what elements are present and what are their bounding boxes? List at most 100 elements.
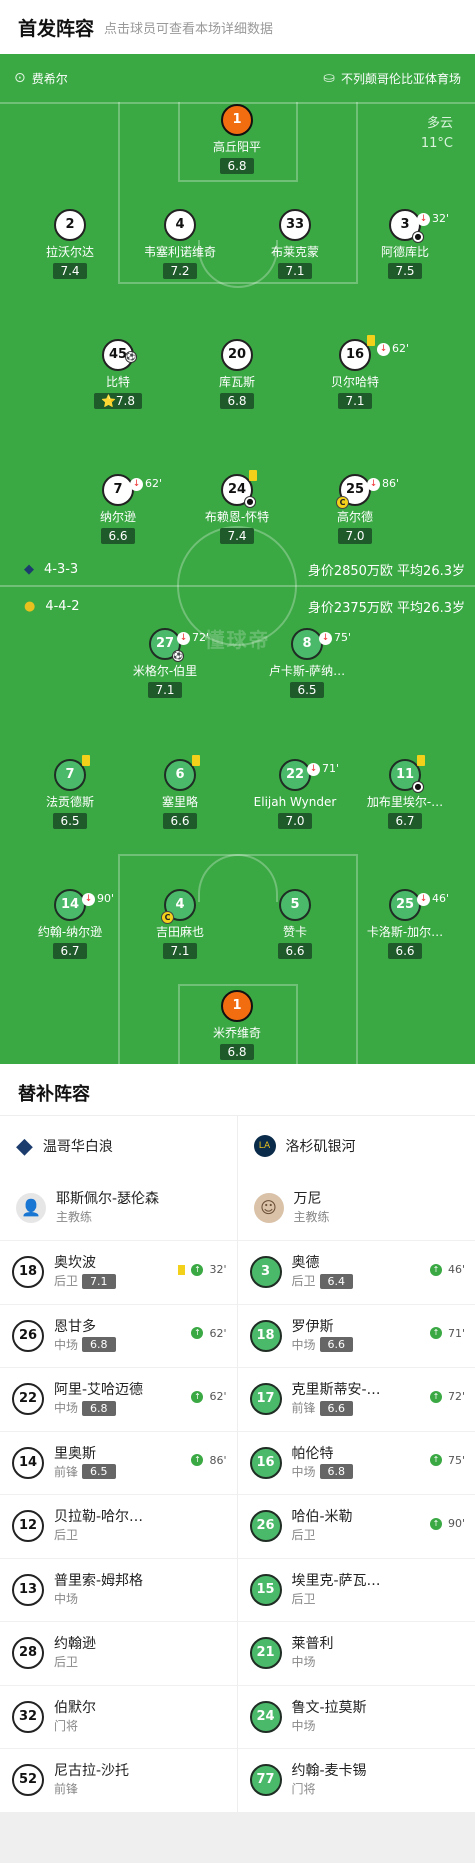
home-player[interactable]: 16 ↓ 62' 贝尔哈特 7.1: [295, 335, 415, 419]
shirt-number: 17: [249, 1383, 282, 1416]
away-subs-column: LA 洛杉矶银河 ☺ 万尼 主教练 3 奥德 后卫 6.4 ↑ 46' 18 罗伊斯 中场 6.6 ↑ 71…: [237, 1116, 475, 1812]
away-player[interactable]: 7 法贡德斯 6.5: [10, 755, 130, 839]
away-player[interactable]: 6 塞里略 6.6: [120, 755, 240, 839]
sub-player-row[interactable]: 18 奥坎波 后卫 7.1 ↑ 32': [0, 1240, 237, 1304]
sub-in-time: ↑ 71': [429, 1327, 465, 1340]
sub-player-position: 门将: [54, 1718, 79, 1733]
home-team-line: ◆ 4-3-3 身价2850万欧 平均26.3岁: [0, 554, 475, 584]
sub-in-icon: ↑: [429, 1390, 442, 1403]
sub-player-row[interactable]: 77 约翰-麦卡锡 门将: [237, 1748, 475, 1812]
shirt-number: 18: [12, 1256, 44, 1289]
away-player[interactable]: 27 ↓ 72' ⚽ 米格尔-伯里 7.1: [105, 628, 225, 708]
sub-player-rating: 6.8: [82, 1400, 116, 1416]
away-player[interactable]: 11 ● 加布里埃尔-… 6.7: [345, 755, 465, 839]
sub-out-icon: ↓ 71': [307, 755, 339, 783]
sub-player-row[interactable]: 24 鲁文-拉莫斯 中场: [237, 1684, 475, 1749]
shirt-number: 32: [12, 1700, 44, 1733]
sub-out-icon: ↓ 90': [82, 885, 114, 913]
sub-player-name: 罗伊斯: [291, 1318, 334, 1335]
sub-player-position: 后卫: [54, 1528, 79, 1543]
away-player[interactable]: 14 ↓ 90' 约翰-纳尔逊 6.7: [10, 889, 130, 969]
temperature: 11°C: [420, 136, 453, 151]
coach-avatar-icon: 👤: [16, 1193, 46, 1223]
sub-player-name: 约翰-麦卡锡: [291, 1763, 367, 1780]
shirt-number: 12: [12, 1510, 44, 1543]
home-player[interactable]: 7 ↓ 62' 纳尔逊 6.6: [58, 474, 178, 554]
pitch: ⊙ 费希尔 ⛀ 不列颠哥伦比亚体育场 多云 11°C 懂球帝 ◆ 4-3-3 身价28…: [0, 54, 475, 1064]
home-player[interactable]: 45 ⚽ 比特 ⭐7.8: [58, 339, 178, 419]
sub-player-position: 中场: [291, 1337, 316, 1352]
home-player[interactable]: 25 ↓ 86' C 高尔德 7.0: [295, 474, 415, 554]
sub-player-row[interactable]: 32 伯默尔门将: [0, 1684, 237, 1749]
home-coach[interactable]: 👤 耶斯佩尔-瑟伦森 主教练: [0, 1176, 237, 1240]
home-team-header[interactable]: ◆ 温哥华白浪: [0, 1116, 237, 1176]
shirt-number: 15: [249, 1573, 282, 1606]
stadium-icon: ⛀: [323, 70, 335, 86]
sub-player-name: 伯默尔: [54, 1699, 96, 1716]
sub-out-icon: ↓ 86': [367, 470, 399, 498]
shirt-number: 3: [249, 1256, 282, 1289]
venue: 不列颠哥伦比亚体育场: [340, 71, 461, 86]
shirt-number: 22: [12, 1383, 44, 1416]
match-info-row: ⊙ 费希尔 ⛀ 不列颠哥伦比亚体育场: [0, 62, 475, 94]
sub-player-rating: 6.4: [319, 1273, 354, 1289]
sub-in-time: ↑ 75': [429, 1454, 465, 1467]
away-player[interactable]: 8 ↓ 75' 卢卡斯-萨纳… 6.5: [247, 628, 367, 708]
home-player[interactable]: 3 ↓ 32' ● 阿德库比 7.5: [345, 209, 465, 289]
sub-player-row[interactable]: 3 奥德 后卫 6.4 ↑ 46': [237, 1240, 475, 1304]
sub-player-row[interactable]: 14 里奥斯 前锋 6.5 ↑ 86': [0, 1430, 237, 1495]
sub-player-row[interactable]: 26 哈伯-米勒 后卫 ↑ 90': [237, 1494, 475, 1558]
sub-player-row[interactable]: 28 约翰逊 后卫: [0, 1621, 237, 1685]
home-player[interactable]: 24 ● 布赖恩-怀特 7.4: [177, 470, 297, 554]
sub-player-row[interactable]: 17 克里斯蒂安-… 前锋 6.6 ↑ 72': [237, 1367, 475, 1431]
sub-in-time: ↑ 32': [178, 1263, 227, 1276]
captain-icon: C: [161, 911, 174, 924]
away-player[interactable]: 4 C 吉田麻也 7.1: [120, 889, 240, 969]
sub-player-position: 后卫: [54, 1274, 79, 1289]
sub-player-position: 中场: [291, 1655, 316, 1670]
shirt-number: 52: [12, 1764, 44, 1797]
home-crest-icon: ◆: [24, 561, 34, 577]
coach-avatar-icon: ☺: [253, 1193, 284, 1223]
sub-player-row[interactable]: 16 帕伦特 中场 6.8 ↑ 75': [237, 1430, 475, 1495]
sub-player-row[interactable]: 21 莱普利 中场: [237, 1621, 475, 1685]
sub-player-name: 奥德: [291, 1255, 320, 1272]
home-player[interactable]: 33 布莱克蒙 7.1: [235, 209, 355, 289]
sub-player-rating: 6.5: [82, 1464, 116, 1480]
away-player[interactable]: 25 ↓ 46' 卡洛斯-加尔… 6.6: [345, 889, 465, 969]
sub-player-position: 中场: [291, 1718, 316, 1733]
yellow-card-icon: [417, 755, 425, 766]
sub-out-icon: ↓ 62': [130, 470, 162, 498]
home-player[interactable]: 4 韦塞利诺维奇 7.2: [120, 209, 240, 289]
sub-out-icon: ↓ 46': [417, 885, 449, 913]
away-player[interactable]: 1 米乔维奇 6.8: [177, 990, 297, 1064]
subs-section: ◆ 温哥华白浪 👤 耶斯佩尔-瑟伦森 主教练 18 奥坎波 后卫 7.1 ↑ 32' 26 恩甘多中…: [0, 1116, 475, 1812]
sub-player-name: 鲁文-拉莫斯: [291, 1699, 367, 1716]
sub-player-row[interactable]: 12 贝拉勒-哈尔… 后卫: [0, 1494, 237, 1558]
sub-player-position: 中场: [54, 1401, 79, 1416]
sub-player-row[interactable]: 15 埃里克-萨瓦… 后卫: [237, 1557, 475, 1622]
sub-player-row[interactable]: 13 普里索-姆邦格 中场: [0, 1557, 237, 1622]
sub-player-row[interactable]: 26 恩甘多 中场 6.8 ↑ 62': [0, 1303, 237, 1368]
away-team-header[interactable]: LA 洛杉矶银河: [238, 1116, 475, 1176]
sub-player-row[interactable]: 52 尼古拉-沙托 前锋: [0, 1748, 237, 1812]
shirt-number: 16: [249, 1446, 282, 1479]
away-coach[interactable]: ☺ 万尼 主教练: [238, 1176, 475, 1240]
sub-player-rating: 6.6: [319, 1337, 354, 1353]
home-player[interactable]: 1 高丘阳平 6.8: [177, 104, 297, 184]
away-player[interactable]: 5 赞卡 6.6: [235, 889, 355, 969]
home-player[interactable]: 20 库瓦斯 6.8: [177, 339, 297, 419]
lineup-header: 首发阵容 点击球员可查看本场详细数据: [0, 0, 475, 54]
sub-player-name: 帕伦特: [291, 1445, 334, 1462]
sub-in-time: ↑ 62': [191, 1390, 227, 1403]
away-team-line: ● 4-4-2 身价2375万欧 平均26.3岁: [0, 591, 475, 621]
away-player[interactable]: 22 ↓ 71' Elijah Wynder 7.0: [235, 759, 355, 839]
shirt-number: 77: [249, 1764, 282, 1797]
sub-in-icon: ↑: [429, 1454, 442, 1466]
sub-player-name: 尼古拉-沙托: [54, 1763, 130, 1780]
home-player[interactable]: 2 拉沃尔达 7.4: [10, 209, 130, 289]
sub-player-row[interactable]: 22 阿里-艾哈迈德 中场 6.8 ↑ 62': [0, 1367, 237, 1431]
sub-in-time: ↑ 72': [429, 1390, 465, 1403]
sub-out-icon: ↓ 72': [177, 624, 209, 652]
sub-player-row[interactable]: 18 罗伊斯 中场 6.6 ↑ 71': [237, 1303, 475, 1368]
